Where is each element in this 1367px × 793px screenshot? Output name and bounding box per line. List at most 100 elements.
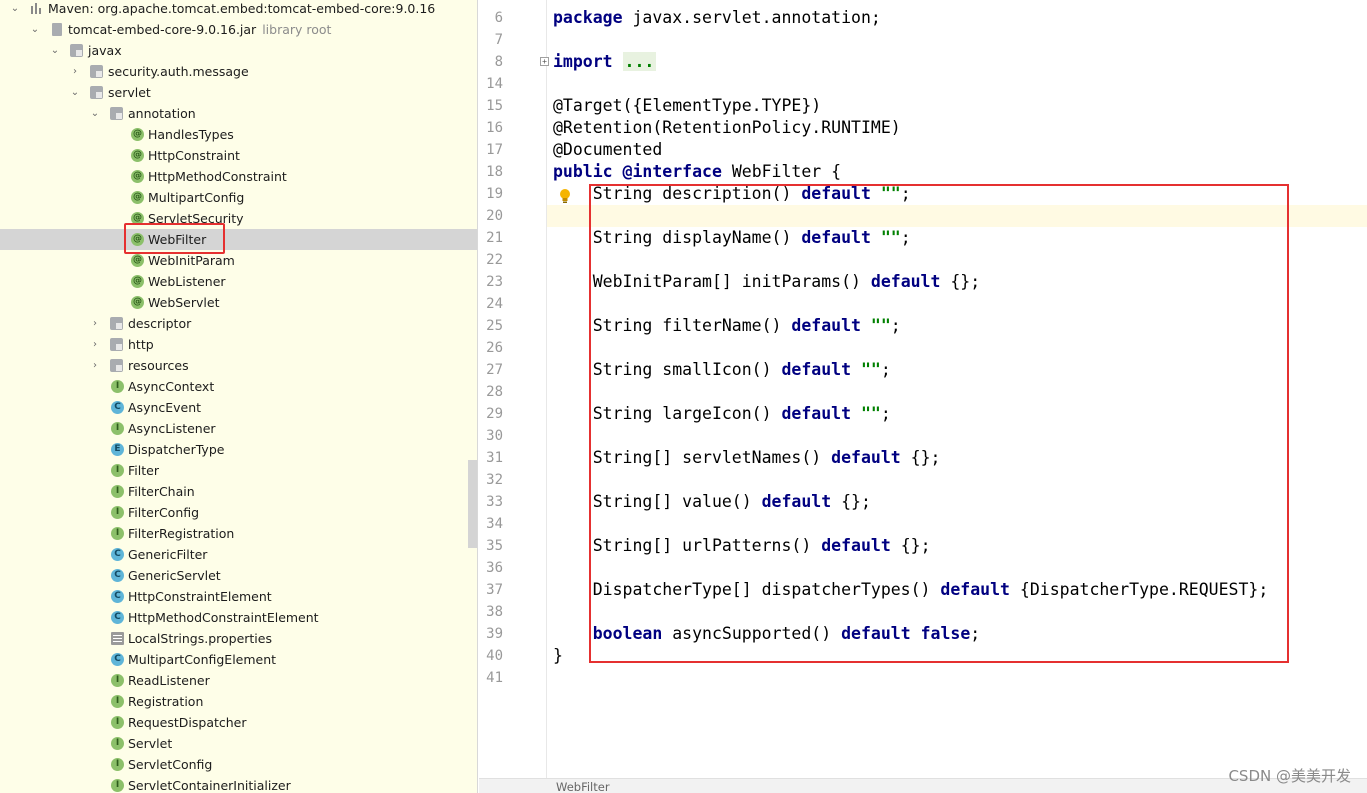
chevron-right-icon[interactable]: › [89, 313, 101, 334]
tree-node-class[interactable]: I ServletContainerInitializer [0, 775, 477, 793]
line-number: 27 [486, 362, 503, 378]
tree-node-maven-library[interactable]: ⌄ Maven: org.apache.tomcat.embed:tomcat-… [0, 0, 477, 19]
code-line[interactable]: String largeIcon() default ""; [553, 403, 891, 425]
tree-node-annotation[interactable]: @ HandlesTypes [0, 124, 477, 145]
keyword-token: @interface [622, 162, 722, 181]
tree-node-package-http[interactable]: › http [0, 334, 477, 355]
tree-node-class[interactable]: C AsyncEvent [0, 397, 477, 418]
lightbulb-icon[interactable] [559, 188, 571, 204]
tree-node-label: ServletConfig [128, 757, 213, 772]
fold-expand-icon[interactable]: + [540, 57, 549, 66]
tree-node-class[interactable]: I Servlet [0, 733, 477, 754]
code-line[interactable]: @Retention(RetentionPolicy.RUNTIME) [553, 117, 901, 139]
tree-node-annotation[interactable]: @ WebFilter [0, 229, 477, 250]
tree-node-class[interactable]: C MultipartConfigElement [0, 649, 477, 670]
tree-node-class[interactable]: I FilterConfig [0, 502, 477, 523]
chevron-right-icon[interactable]: › [89, 334, 101, 355]
keyword-token: default [841, 624, 911, 643]
code-line[interactable]: WebInitParam[] initParams() default {}; [553, 271, 980, 293]
code-line[interactable]: String[] servletNames() default {}; [553, 447, 941, 469]
breadcrumb-item[interactable]: WebFilter [556, 780, 610, 793]
code-token: } [553, 646, 563, 665]
tree-node-class[interactable]: I Registration [0, 691, 477, 712]
chevron-down-icon[interactable]: ⌄ [89, 103, 101, 124]
class-icon: C [111, 590, 124, 603]
class-icon: C [111, 653, 124, 666]
tree-node-class[interactable]: E DispatcherType [0, 439, 477, 460]
tree-node-class[interactable]: I RequestDispatcher [0, 712, 477, 733]
line-number: 21 [486, 230, 503, 246]
code-token: javax.servlet.annotation; [622, 8, 881, 27]
tree-node-annotation[interactable]: @ HttpMethodConstraint [0, 166, 477, 187]
tree-node-jar[interactable]: ⌄ tomcat-embed-core-9.0.16.jar library ro… [0, 19, 477, 40]
tree-node-class[interactable]: C HttpConstraintElement [0, 586, 477, 607]
line-number: 18 [486, 164, 503, 180]
chevron-right-icon[interactable]: › [69, 61, 81, 82]
code-token: {}; [831, 492, 871, 511]
code-editor[interactable]: 6 7 8 +14 15 16 17 18 19 20 21 22 23 24 25 26 27 28 29 30 31… [479, 0, 1367, 793]
tree-node-class[interactable]: C HttpMethodConstraintElement [0, 607, 477, 628]
line-number: 6 [494, 10, 503, 26]
annotation-type-icon: @ [131, 275, 144, 288]
tree-node-class[interactable]: C GenericServlet [0, 565, 477, 586]
tree-node-class[interactable]: I FilterRegistration [0, 523, 477, 544]
tree-node-label: tomcat-embed-core-9.0.16.jar [68, 22, 257, 37]
chevron-right-icon[interactable]: › [89, 355, 101, 376]
tree-node-package-resources[interactable]: › resources [0, 355, 477, 376]
tree-node-class[interactable]: LocalStrings.properties [0, 628, 477, 649]
code-token: String description() [553, 184, 802, 203]
code-line[interactable]: String description() default ""; [553, 183, 911, 205]
tree-node-class[interactable]: I Filter [0, 460, 477, 481]
watermark: CSDN @美美开发 [1228, 767, 1351, 785]
code-line[interactable]: import ... [553, 51, 657, 73]
code-line[interactable]: String smallIcon() default ""; [553, 359, 891, 381]
package-icon [70, 44, 83, 57]
tree-node-annotation[interactable]: @ HttpConstraint [0, 145, 477, 166]
tree-node-class[interactable]: I FilterChain [0, 481, 477, 502]
tree-node-class[interactable]: I AsyncListener [0, 418, 477, 439]
tree-node-package-javax[interactable]: ⌄ javax [0, 40, 477, 61]
tree-node-package-servlet[interactable]: ⌄ servlet [0, 82, 477, 103]
tree-node-annotation[interactable]: @ WebInitParam [0, 250, 477, 271]
tree-node-label: resources [128, 358, 189, 373]
chevron-down-icon[interactable]: ⌄ [69, 82, 81, 103]
interface-icon: I [111, 716, 124, 729]
code-line[interactable]: String[] urlPatterns() default {}; [553, 535, 931, 557]
tree-node-annotation[interactable]: @ WebServlet [0, 292, 477, 313]
tree-node-label: WebServlet [148, 295, 220, 310]
code-line[interactable]: @Documented [553, 139, 662, 161]
code-line[interactable]: package javax.servlet.annotation; [553, 7, 881, 29]
tree-scrollbar-thumb[interactable] [468, 460, 477, 548]
code-line[interactable]: } [553, 645, 563, 667]
chevron-down-icon[interactable]: ⌄ [9, 0, 21, 19]
code-line[interactable]: String[] value() default {}; [553, 491, 871, 513]
tree-node-annotation[interactable]: @ WebListener [0, 271, 477, 292]
line-number: 15 [486, 98, 503, 114]
tree-node-class[interactable]: C GenericFilter [0, 544, 477, 565]
code-token: {}; [890, 536, 931, 555]
tree-node-package-security[interactable]: › security.auth.message [0, 61, 477, 82]
code-line[interactable]: @Target({ElementType.TYPE}) [553, 95, 821, 117]
code-line[interactable]: String filterName() default ""; [553, 315, 901, 337]
chevron-down-icon[interactable]: ⌄ [49, 40, 61, 61]
tree-node-label: WebListener [148, 274, 226, 289]
code-line[interactable]: boolean asyncSupported() default false; [553, 623, 980, 645]
tree-node-annotation[interactable]: @ ServletSecurity [0, 208, 477, 229]
tree-node-class[interactable]: I ReadListener [0, 670, 477, 691]
chevron-down-icon[interactable]: ⌄ [29, 19, 41, 40]
tree-node-class[interactable]: I ServletConfig [0, 754, 477, 775]
tree-node-package-descriptor[interactable]: › descriptor [0, 313, 477, 334]
tree-node-class[interactable]: I AsyncContext [0, 376, 477, 397]
code-line[interactable]: public @interface WebFilter { [553, 161, 841, 183]
package-icon [110, 338, 123, 351]
tree-node-label: Registration [128, 694, 204, 709]
code-line[interactable]: String displayName() default ""; [553, 227, 911, 249]
tree-node-package-annotation[interactable]: ⌄ annotation [0, 103, 477, 124]
code-token: @Target({ElementType.TYPE}) [553, 96, 822, 115]
line-number: 25 [486, 318, 503, 334]
tree-node-label: AsyncContext [128, 379, 215, 394]
tree-node-annotation[interactable]: @ MultipartConfig [0, 187, 477, 208]
line-number: 16 [486, 120, 503, 136]
code-line[interactable]: DispatcherType[] dispatcherTypes() defau… [553, 579, 1269, 601]
